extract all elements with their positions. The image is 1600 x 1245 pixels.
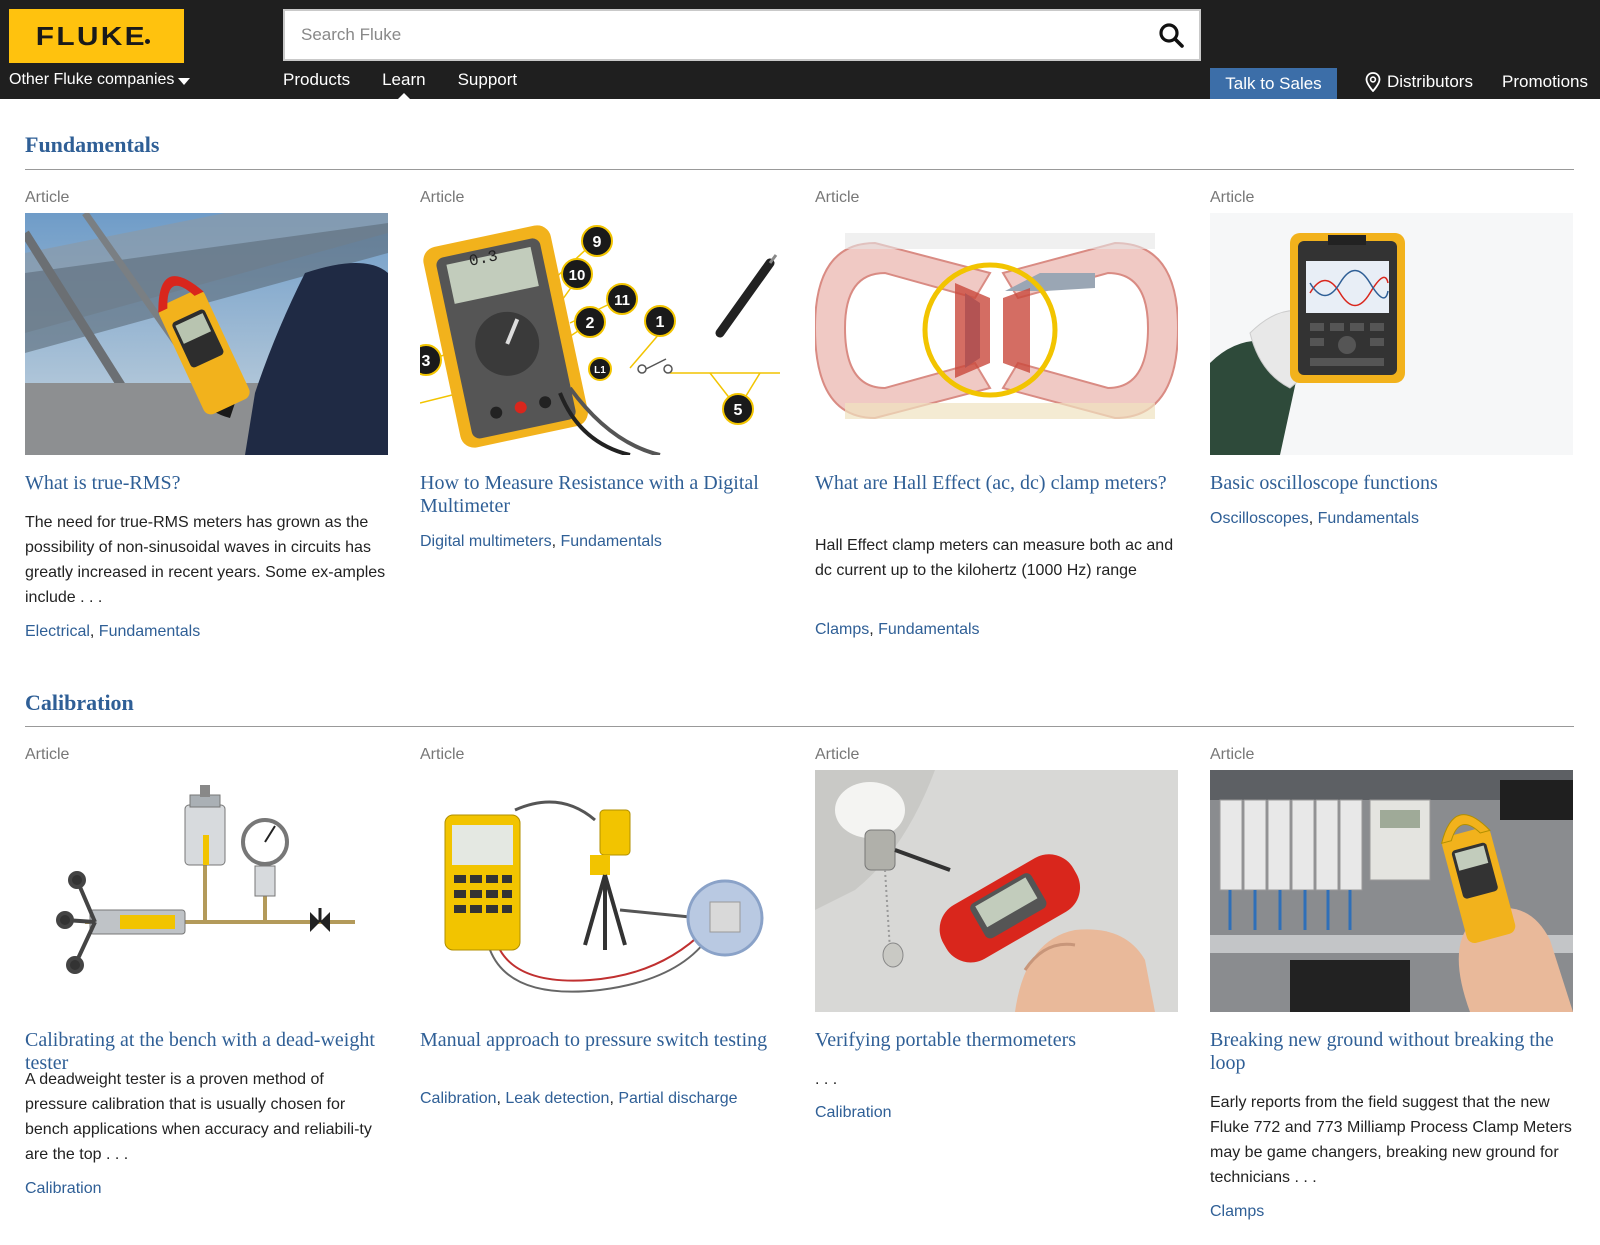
tag-link[interactable]: Fundamentals bbox=[560, 533, 661, 550]
card-title-link[interactable]: What are Hall Effect (ac, dc) clamp mete… bbox=[815, 472, 1178, 495]
diagram-label: 5 bbox=[734, 402, 743, 419]
card-title-link[interactable]: Verifying portable thermometers bbox=[815, 1029, 1178, 1052]
tag-link[interactable]: Clamps bbox=[815, 621, 869, 638]
caret-down-icon bbox=[178, 78, 191, 85]
article-card: Article 0.3 9 10 11 2 1 3 L1 5 How to Me… bbox=[420, 189, 783, 550]
article-card: Article bbox=[25, 746, 388, 1197]
card-image-hall-effect[interactable] bbox=[815, 213, 1178, 455]
section-title: Fundamentals bbox=[25, 132, 160, 157]
diagram-label: 1 bbox=[656, 314, 665, 331]
tag-link[interactable]: Calibration bbox=[25, 1180, 101, 1197]
article-card: Article Manual approach to pressure swit… bbox=[420, 746, 783, 1107]
card-tags: Electrical, Fundamentals bbox=[25, 623, 201, 640]
tag-link[interactable]: Clamps bbox=[1210, 1203, 1264, 1220]
card-type: Article bbox=[815, 746, 860, 763]
card-title-link[interactable]: What is true-RMS? bbox=[25, 472, 388, 495]
diagram-label: L1 bbox=[594, 365, 606, 376]
fluke-logo[interactable]: FLUKE bbox=[9, 9, 184, 63]
article-card: Article Verifying portable thermometers bbox=[815, 746, 1178, 1121]
card-image-multimeter[interactable]: 0.3 9 10 11 2 1 3 L1 5 bbox=[420, 213, 783, 455]
card-title-link[interactable]: How to Measure Resistance with a Digital… bbox=[420, 472, 783, 518]
tag-link[interactable]: Calibration bbox=[420, 1090, 496, 1107]
search-bar bbox=[283, 9, 1201, 61]
card-type: Article bbox=[815, 189, 860, 206]
tag-link[interactable]: Electrical bbox=[25, 623, 90, 640]
tag-link[interactable]: Fundamentals bbox=[878, 621, 979, 638]
main-nav: Products Learn Support bbox=[283, 70, 518, 101]
talk-to-sales-button[interactable]: Talk to Sales bbox=[1210, 68, 1337, 99]
card-image-pressure-switch[interactable] bbox=[420, 770, 783, 1012]
tag-link[interactable]: Fundamentals bbox=[1318, 510, 1419, 527]
card-description: Early reports from the field suggest tha… bbox=[1210, 1094, 1572, 1186]
site-header: FLUKE Other Fluke companies Products Lea… bbox=[0, 0, 1600, 101]
card-tags: Calibration, Leak detection, Partial dis… bbox=[420, 1090, 738, 1107]
nav-support[interactable]: Support bbox=[458, 70, 518, 99]
promotions-link[interactable]: Promotions bbox=[1502, 72, 1588, 92]
tag-link[interactable]: Partial discharge bbox=[618, 1090, 737, 1107]
section-divider bbox=[25, 169, 1574, 170]
nav-products[interactable]: Products bbox=[283, 70, 350, 99]
section-fundamentals: Fundamentals Article What is true-RMS? T… bbox=[25, 132, 1574, 652]
distributors-label: Distributors bbox=[1387, 72, 1473, 91]
diagram-label: 11 bbox=[614, 292, 630, 309]
search-icon bbox=[1159, 23, 1184, 48]
card-type: Article bbox=[1210, 746, 1255, 763]
card-title-link[interactable]: Manual approach to pressure switch testi… bbox=[420, 1029, 783, 1052]
card-title-link[interactable]: Breaking new ground without breaking the… bbox=[1210, 1029, 1573, 1075]
tag-link[interactable]: Oscilloscopes bbox=[1210, 510, 1309, 527]
card-image-thermometer[interactable] bbox=[815, 770, 1178, 1012]
card-tags: Calibration bbox=[815, 1104, 1178, 1122]
card-image-deadweight-tester[interactable] bbox=[25, 770, 388, 1012]
section-divider bbox=[25, 726, 1574, 727]
nav-learn[interactable]: Learn bbox=[382, 70, 426, 101]
card-description: The need for true-RMS meters has grown a… bbox=[25, 514, 386, 606]
card-image-clamp-meter[interactable] bbox=[25, 213, 388, 455]
tag-link[interactable]: Calibration bbox=[815, 1104, 891, 1121]
card-tags: Digital multimeters, Fundamentals bbox=[420, 533, 662, 550]
article-card: Article Basic oscilloscope functions Osc… bbox=[1210, 189, 1573, 527]
tag-link[interactable]: Leak detection bbox=[505, 1090, 609, 1107]
card-description: A deadweight tester is a proven method o… bbox=[25, 1071, 372, 1163]
card-type: Article bbox=[25, 746, 70, 763]
card-image-process-clamp[interactable] bbox=[1210, 770, 1573, 1012]
card-title-link[interactable]: Basic oscilloscope functions bbox=[1210, 472, 1573, 495]
article-card: Article bbox=[25, 189, 388, 640]
card-tags: Oscilloscopes, Fundamentals bbox=[1210, 510, 1419, 527]
card-type: Article bbox=[25, 189, 70, 206]
map-pin-icon bbox=[1365, 72, 1381, 92]
section-calibration: Calibration Article Calibrating at the b… bbox=[25, 690, 1574, 1235]
tag-link[interactable]: Fundamentals bbox=[99, 623, 200, 640]
distributors-link[interactable]: Distributors bbox=[1365, 72, 1473, 92]
search-input[interactable] bbox=[285, 11, 1143, 59]
card-description: . . . bbox=[815, 1071, 838, 1088]
diagram-label: 3 bbox=[422, 353, 431, 370]
diagram-label: 9 bbox=[593, 234, 602, 251]
search-button[interactable] bbox=[1143, 11, 1199, 59]
article-card: Article bbox=[1210, 746, 1573, 1220]
card-description: Hall Effect clamp meters can measure bot… bbox=[815, 537, 1174, 579]
card-type: Article bbox=[1210, 189, 1255, 206]
card-tags: Calibration bbox=[25, 1180, 388, 1198]
card-tags: Clamps bbox=[1210, 1203, 1573, 1221]
card-type: Article bbox=[420, 746, 465, 763]
article-card: Article What are Hall Effect (ac, dc) cl… bbox=[815, 189, 1178, 638]
diagram-label: 10 bbox=[569, 267, 586, 284]
card-tags: Clamps, Fundamentals bbox=[815, 621, 980, 638]
card-type: Article bbox=[420, 189, 465, 206]
card-image-oscilloscope[interactable] bbox=[1210, 213, 1573, 455]
other-companies-label: Other Fluke companies bbox=[9, 71, 175, 88]
tag-link[interactable]: Digital multimeters bbox=[420, 533, 552, 550]
other-companies-dropdown[interactable]: Other Fluke companies bbox=[9, 71, 191, 89]
diagram-label: 2 bbox=[586, 315, 595, 332]
section-title: Calibration bbox=[25, 690, 134, 715]
logo-text: FLUKE bbox=[35, 20, 147, 51]
